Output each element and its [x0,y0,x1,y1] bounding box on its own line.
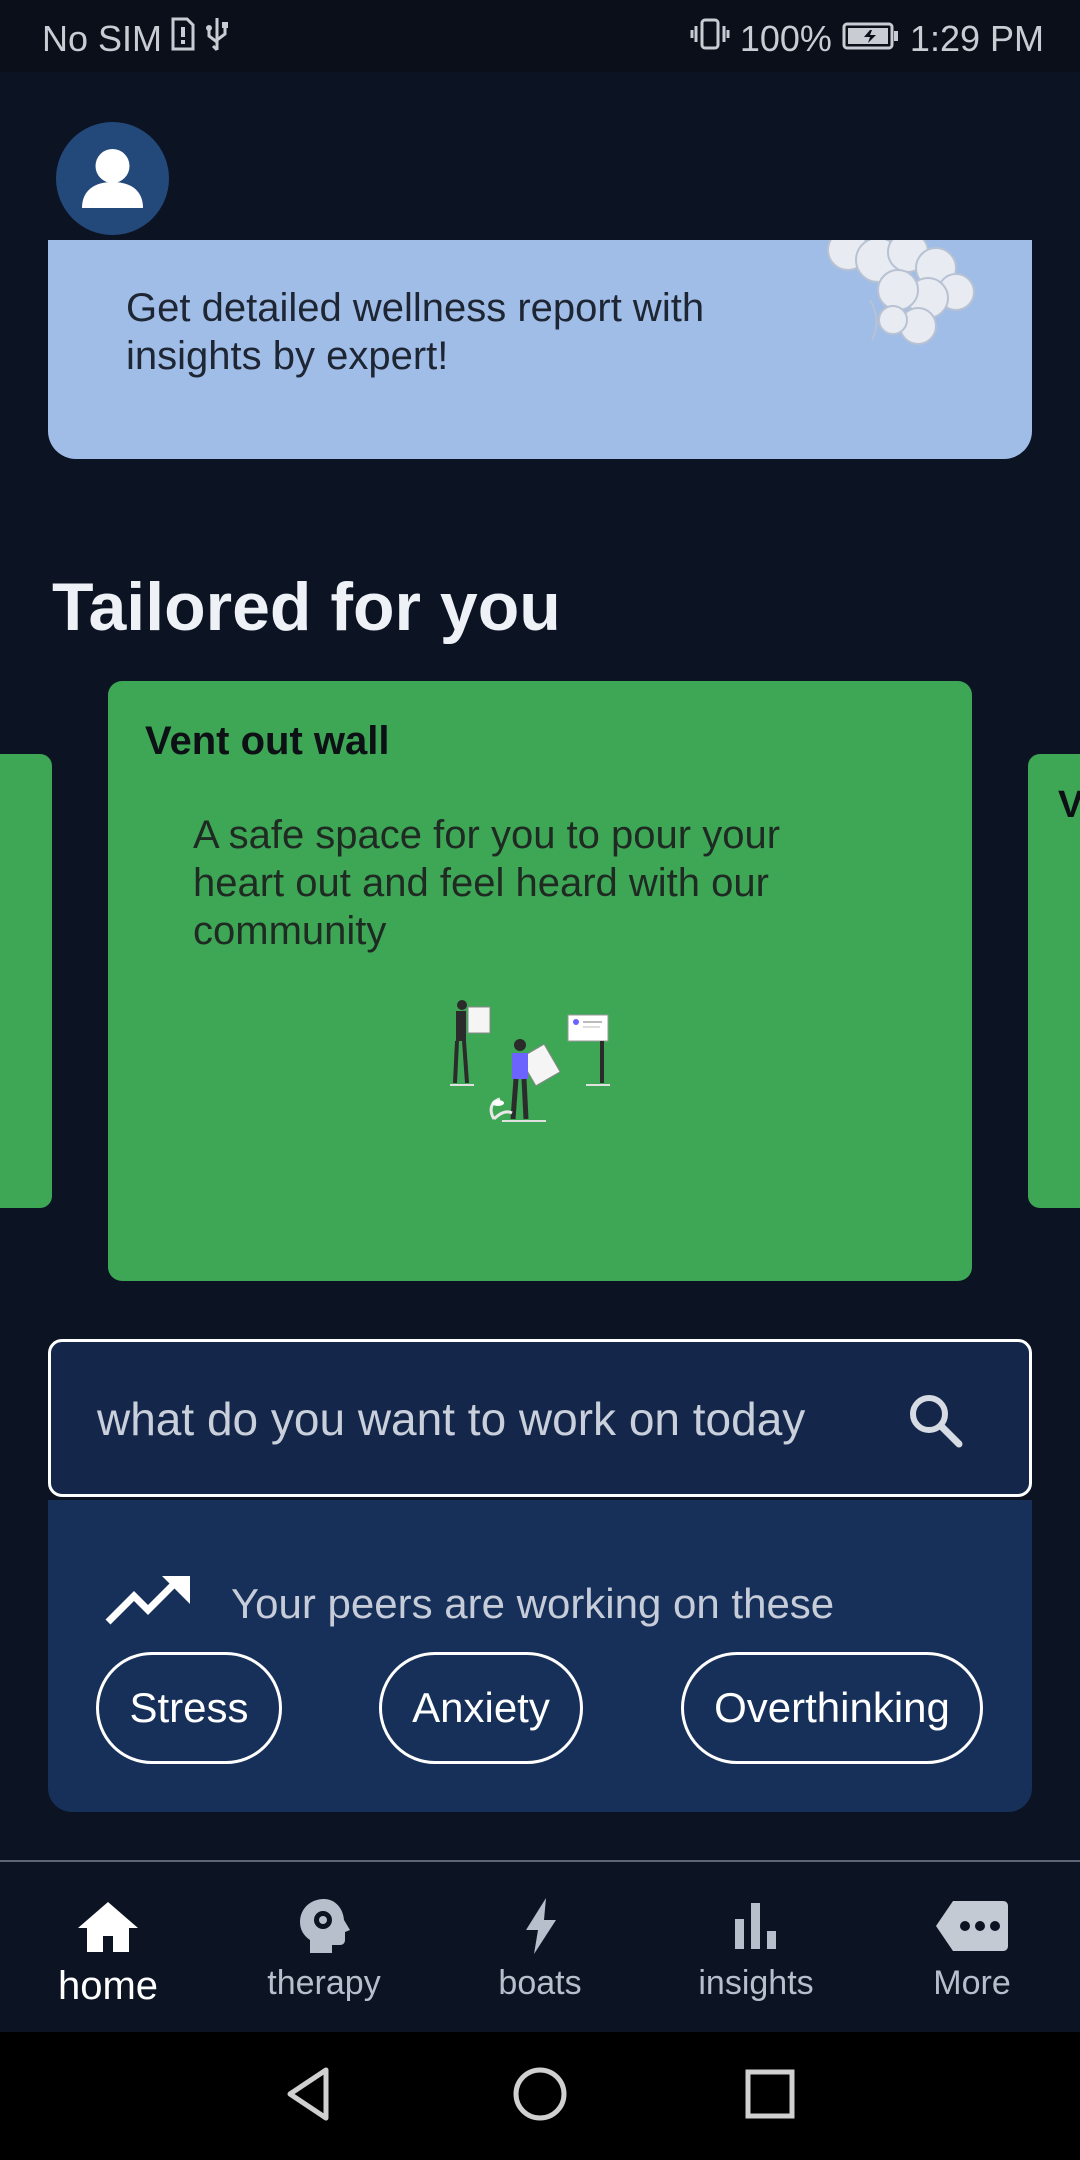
battery-icon [842,18,900,60]
community-wall-illustration [450,1000,610,1122]
user-icon [82,149,143,208]
peers-panel: Your peers are working on these Stress A… [48,1500,1032,1812]
search-icon[interactable] [905,1390,965,1450]
topic-chip-overthinking[interactable]: Overthinking [681,1652,983,1764]
search-box[interactable] [48,1339,1032,1497]
nav-item-home[interactable]: home [0,1862,216,2034]
bottom-navigation: home therapy boats insights More [0,1860,1080,2032]
nav-item-insights[interactable]: insights [648,1862,864,2034]
wellness-banner-text: Get detailed wellness report with insigh… [126,286,705,378]
lightning-icon [522,1894,558,1958]
time-text: 1:29 PM [909,17,1044,59]
nav-label-boats: boats [498,1964,582,2002]
nav-label-more: More [933,1964,1011,2002]
system-navigation-bar [0,2032,1080,2160]
next-card-title-fragment: V [1058,784,1080,826]
app-screen: No SIM 100% 1:29 PM Get detailed wellnes… [0,0,1080,2160]
more-icon [935,1894,1009,1958]
card-title: Vent out wall [145,719,390,763]
carousel-card-next[interactable]: V [1028,754,1080,1208]
topic-chip-stress[interactable]: Stress [96,1652,282,1764]
head-gear-icon [296,1894,352,1958]
status-right: 100% 1:29 PM [690,16,1044,61]
nav-label-home: home [57,1964,159,2008]
card-description: A safe space for you to pour your heart … [193,813,781,953]
nav-item-more[interactable]: More [864,1862,1080,2034]
section-title: Tailored for you [52,569,561,645]
search-input[interactable] [97,1384,877,1454]
carrier-text: No SIM [42,17,163,59]
vent-out-wall-card[interactable]: Vent out wall A safe space for you to po… [108,681,972,1281]
status-bar: No SIM 100% 1:29 PM [0,0,1080,72]
status-left: No SIM [42,16,230,61]
profile-avatar[interactable] [56,122,169,235]
recents-icon[interactable] [744,2066,796,2122]
trending-up-icon [105,1576,190,1625]
wellness-report-banner[interactable]: Get detailed wellness report with insigh… [48,240,1032,459]
usb-icon [204,16,230,61]
brain-illustration [827,240,975,345]
nav-item-therapy[interactable]: therapy [216,1862,432,2034]
back-icon[interactable] [284,2066,332,2122]
nav-item-boats[interactable]: boats [432,1862,648,2034]
topic-chip-anxiety[interactable]: Anxiety [379,1652,583,1764]
battery-text: 100% [739,17,832,59]
nav-label-insights: insights [698,1964,814,2002]
peers-heading: Your peers are working on these [231,1580,835,1627]
nav-label-therapy: therapy [267,1964,381,2002]
carousel-card-previous[interactable] [0,754,52,1208]
vibrate-icon [690,16,730,61]
sim-icon [170,17,196,60]
home-icon [76,1894,140,1958]
home-circle-icon[interactable] [512,2066,568,2122]
bar-chart-icon [731,1894,781,1958]
